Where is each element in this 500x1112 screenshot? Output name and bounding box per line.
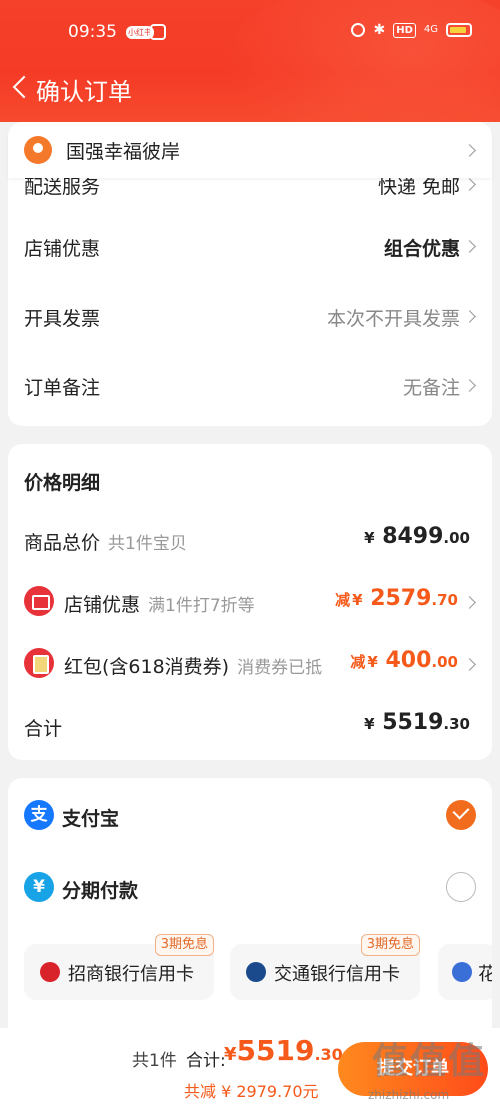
price-details-card: 价格明细 商品总价 共1件宝贝 ¥ 8499.00 店铺优惠 满1件打7折等 减 ¥ … (8, 444, 492, 760)
bank-card-partial[interactable]: 花 (438, 944, 492, 1000)
installment-option[interactable]: ¥ 分期付款 (8, 864, 492, 912)
total-price: ¥ 5519.30 (364, 710, 470, 735)
goods-total-label: 商品总价 (24, 532, 101, 554)
chevron-right-icon (463, 144, 476, 157)
total-label: 合计 (24, 718, 63, 740)
signal-icon: 4G (423, 24, 438, 35)
battery-icon (446, 23, 472, 37)
footer-saved-amount: 共减 ¥ 2979.70元 (184, 1082, 319, 1101)
alarm-icon (351, 23, 366, 37)
shop-icon (24, 586, 54, 616)
notification-app-icon (150, 24, 166, 40)
shop-discount-detail-label: 店铺优惠 (64, 594, 141, 616)
bank-card-list: 招商银行信用卡 3期免息 交通银行信用卡 3期免息 花 (24, 934, 492, 1002)
chevron-right-icon (463, 178, 476, 191)
selected-check-icon[interactable] (446, 800, 476, 830)
bank-name: 交通银行信用卡 (274, 964, 400, 985)
installment-label: 分期付款 (62, 880, 139, 902)
order-note-value: 无备注 (402, 377, 460, 399)
chevron-right-icon (463, 379, 476, 392)
price-details-title: 价格明细 (24, 472, 101, 494)
goods-total-price: ¥ 8499.00 (364, 524, 470, 549)
bank-name: 花 (478, 964, 492, 985)
hd-icon: HD (393, 22, 416, 38)
footer-total-price: ¥5519.30 (224, 1034, 343, 1067)
shop-discount-detail-row[interactable]: 店铺优惠 满1件打7折等 减 ¥ 2579.70 (8, 582, 492, 622)
shop-discount-value: 组合优惠 (383, 238, 460, 260)
red-packet-amount: 减 ¥ 400.00 (350, 648, 458, 673)
address-text: 国强幸福彼岸 (66, 140, 181, 163)
bank-card-cmb[interactable]: 招商银行信用卡 3期免息 (24, 934, 214, 1000)
chevron-right-icon (463, 310, 476, 323)
location-pin-icon (24, 136, 52, 164)
bank-name: 招商银行信用卡 (68, 964, 194, 985)
shop-discount-detail-sub: 满1件打7折等 (148, 596, 255, 616)
payment-card: 支 支付宝 ¥ 分期付款 招商银行信用卡 3期免息 交通银行信用卡 3期免息 花 (8, 778, 492, 1038)
shop-discount-amount: 减 ¥ 2579.70 (335, 586, 458, 611)
alipay-label: 支付宝 (62, 808, 120, 830)
red-packet-icon (24, 648, 54, 678)
item-count: 共1件 (132, 1051, 177, 1071)
order-note-row[interactable]: 订单备注 无备注 (8, 365, 492, 405)
bank-card-bocom[interactable]: 交通银行信用卡 3期免息 (230, 934, 420, 1000)
invoice-row[interactable]: 开具发票 本次不开具发票 (8, 296, 492, 336)
chevron-right-icon (463, 658, 476, 671)
chevron-right-icon (463, 596, 476, 609)
page-title: 确认订单 (36, 78, 132, 106)
order-options-card: 配送服务 快递 免邮 店铺优惠 组合优惠 开具发票 本次不开具发票 订单备注 无… (8, 150, 492, 426)
order-note-label: 订单备注 (24, 377, 101, 399)
invoice-label: 开具发票 (24, 308, 101, 330)
shop-discount-label: 店铺优惠 (24, 238, 101, 260)
status-time: 09:35 (68, 22, 117, 42)
total-row: 合计 ¥ 5519.30 (8, 706, 492, 746)
interest-free-badge: 3期免息 (154, 934, 214, 956)
invoice-value: 本次不开具发票 (326, 308, 460, 330)
red-packet-sub: 消费券已抵 (237, 658, 323, 678)
cmb-logo-icon (40, 962, 60, 982)
watermark-url: zhizhizhi.com (368, 1088, 450, 1102)
footer-total-label: 合计: (186, 1051, 226, 1071)
chevron-right-icon (463, 240, 476, 253)
alipay-icon: 支 (24, 800, 54, 830)
installment-icon: ¥ (24, 872, 54, 902)
back-chevron-icon[interactable] (10, 74, 32, 102)
bluetooth-icon: ✱ (373, 22, 386, 38)
shop-discount-row[interactable]: 店铺优惠 组合优惠 (8, 226, 492, 266)
goods-total-row: 商品总价 共1件宝贝 ¥ 8499.00 (8, 520, 492, 560)
interest-free-badge: 3期免息 (360, 934, 420, 956)
bocom-logo-icon (246, 962, 266, 982)
status-bar: 09:35 小红书 ✱ HD 4G (0, 18, 500, 48)
goods-total-sub: 共1件宝贝 (108, 534, 187, 554)
address-bar[interactable]: 国强幸福彼岸 (8, 122, 492, 178)
header: 09:35 小红书 ✱ HD 4G 确认订单 (0, 0, 500, 122)
red-packet-row[interactable]: 红包(含618消费券) 消费券已抵 减 ¥ 400.00 (8, 644, 492, 684)
alipay-option[interactable]: 支 支付宝 (8, 792, 492, 840)
bank-logo-icon (452, 962, 472, 982)
red-packet-label: 红包(含618消费券) (64, 656, 230, 678)
status-icons: ✱ HD 4G (351, 22, 472, 38)
watermark-logo: 值值值 (372, 1041, 487, 1082)
unselected-radio-icon[interactable] (446, 872, 476, 902)
